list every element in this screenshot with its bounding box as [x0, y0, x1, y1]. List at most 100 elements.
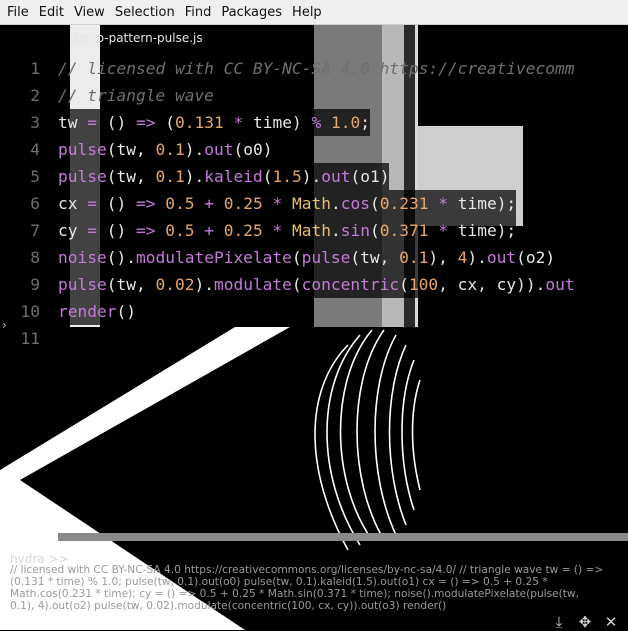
code-line[interactable]: 9 pulse(tw, 0.02).modulate(concentric(100… [0, 271, 628, 298]
code-line[interactable]: 6 cx = () => 0.5 + 0.25 * Math.cos(0.231 … [0, 190, 628, 217]
code-text: cy = () => 0.5 + 0.25 * Math.sin(0.371 *… [58, 217, 517, 244]
code-token: (o0) [233, 140, 273, 159]
code-token: . [330, 221, 341, 240]
menu-help[interactable]: Help [287, 0, 327, 25]
code-token: pulse [58, 167, 107, 186]
line-number: 5 [30, 167, 40, 186]
menu-bar: File Edit View Selection Find Packages Help [0, 0, 628, 25]
code-token: * [428, 194, 458, 213]
code-text: render() [58, 298, 136, 325]
code-token: modulatePixelate [135, 248, 292, 267]
code-token: 0.371 [379, 221, 429, 240]
line-number: 6 [30, 194, 40, 213]
code-token: out [204, 140, 234, 159]
code-token: time [457, 221, 497, 240]
code-token: 1.5 [272, 167, 302, 186]
code-token: = [77, 113, 107, 132]
code-token: 1.0 [330, 113, 361, 132]
menu-find[interactable]: Find [180, 0, 217, 25]
code-line[interactable]: 2 // triangle wave [0, 82, 628, 109]
code-line[interactable]: 7 cy = () => 0.5 + 0.25 * Math.sin(0.371 … [0, 217, 628, 244]
code-token: % [311, 113, 322, 132]
line-number: 4 [30, 140, 40, 159]
console-toolbar: ⤓ ✥ ✕ [552, 613, 618, 631]
code-line[interactable]: 1 // licensed with CC BY-NC-SA 4.0 https:… [0, 55, 628, 82]
code-token: Math [291, 221, 331, 240]
menu-edit[interactable]: Edit [34, 0, 69, 25]
code-token: = [77, 194, 107, 213]
render-concentric-arcs [314, 329, 421, 551]
code-text: tw = () => (0.131 * time) % 1.0; [58, 109, 370, 136]
code-token: Math [291, 194, 331, 213]
code-line[interactable]: 3 tw = () => (0.131 * time) % 1.0; [0, 109, 628, 136]
code-token: // triangle wave [58, 86, 214, 105]
code-token: 100 [408, 275, 439, 294]
code-text: pulse(tw, 0.1).kaleid(1.5).out(o1) [58, 163, 390, 190]
code-token: (tw, [106, 140, 156, 159]
tab-title[interactable]: demo-pattern-pulse.js [70, 31, 203, 45]
code-token: ). [467, 248, 487, 267]
code-token: (). [106, 248, 136, 267]
code-token: (tw, [106, 167, 156, 186]
line-number: 3 [30, 113, 40, 132]
code-token: kaleid [204, 167, 263, 186]
code-line[interactable]: 10 render() [0, 298, 628, 325]
code-token: ), [428, 248, 458, 267]
download-icon[interactable]: ⤓ [552, 613, 566, 631]
code-token: 0.5 [165, 194, 195, 213]
code-token: (tw, [350, 248, 400, 267]
line-number: 8 [30, 248, 40, 267]
code-token: => [136, 113, 156, 132]
code-token: pulse [58, 140, 107, 159]
code-token: ). [194, 275, 214, 294]
menu-packages[interactable]: Packages [216, 0, 287, 25]
code-token: pulse [301, 248, 351, 267]
code-token: () [106, 113, 136, 132]
line-number: 7 [30, 221, 40, 240]
code-token: ( [399, 275, 409, 294]
code-line[interactable]: 4 pulse(tw, 0.1).out(o0) [0, 136, 628, 163]
fold-arrow-icon[interactable]: › [2, 318, 7, 332]
code-token: sin [340, 221, 370, 240]
menu-selection[interactable]: Selection [110, 0, 180, 25]
code-editor[interactable]: 1 // licensed with CC BY-NC-SA 4.0 https:… [0, 55, 628, 352]
code-token: 0.1 [155, 167, 185, 186]
code-token: // licensed with CC BY-NC-SA 4.0 [58, 59, 380, 78]
code-token: ); [496, 194, 517, 213]
menu-file[interactable]: File [2, 0, 34, 25]
menu-view[interactable]: View [69, 0, 110, 25]
code-token: out [486, 248, 517, 267]
console-scrollbar[interactable] [58, 533, 628, 541]
move-icon[interactable]: ✥ [578, 613, 592, 631]
code-token: + [194, 194, 224, 213]
code-token: 0.02 [155, 275, 195, 294]
code-token: ( [155, 113, 175, 132]
code-token: ( [369, 221, 380, 240]
code-token: noise [58, 248, 107, 267]
code-text: pulse(tw, 0.02).modulate(concentric(100,… [58, 271, 575, 298]
code-text: cx = () => 0.5 + 0.25 * Math.cos(0.231 *… [58, 190, 517, 217]
code-token: pulse [58, 275, 107, 294]
code-token: . [330, 194, 341, 213]
code-token: ( [262, 167, 273, 186]
line-number: 9 [30, 275, 40, 294]
code-line[interactable]: 11 [0, 325, 628, 352]
code-line[interactable]: 5 pulse(tw, 0.1).kaleid(1.5).out(o1) [0, 163, 628, 190]
code-token: * [428, 221, 458, 240]
line-number: 1 [30, 59, 40, 78]
code-token: cx [58, 194, 78, 213]
code-token: concentric [301, 275, 400, 294]
code-token: (o2) [516, 248, 556, 267]
code-token: ). [184, 140, 205, 159]
code-token: ) [291, 113, 312, 132]
code-token: 0.131 [175, 113, 224, 132]
code-line[interactable]: 8 noise().modulatePixelate(pulse(tw, 0.1)… [0, 244, 628, 271]
code-token: tw [58, 113, 78, 132]
code-token: ( [291, 275, 302, 294]
code-token: render [58, 302, 117, 321]
code-token: => [136, 221, 156, 240]
code-token: () [106, 194, 136, 213]
code-text: noise().modulatePixelate(pulse(tw, 0.1),… [58, 244, 556, 271]
close-icon[interactable]: ✕ [604, 613, 618, 631]
